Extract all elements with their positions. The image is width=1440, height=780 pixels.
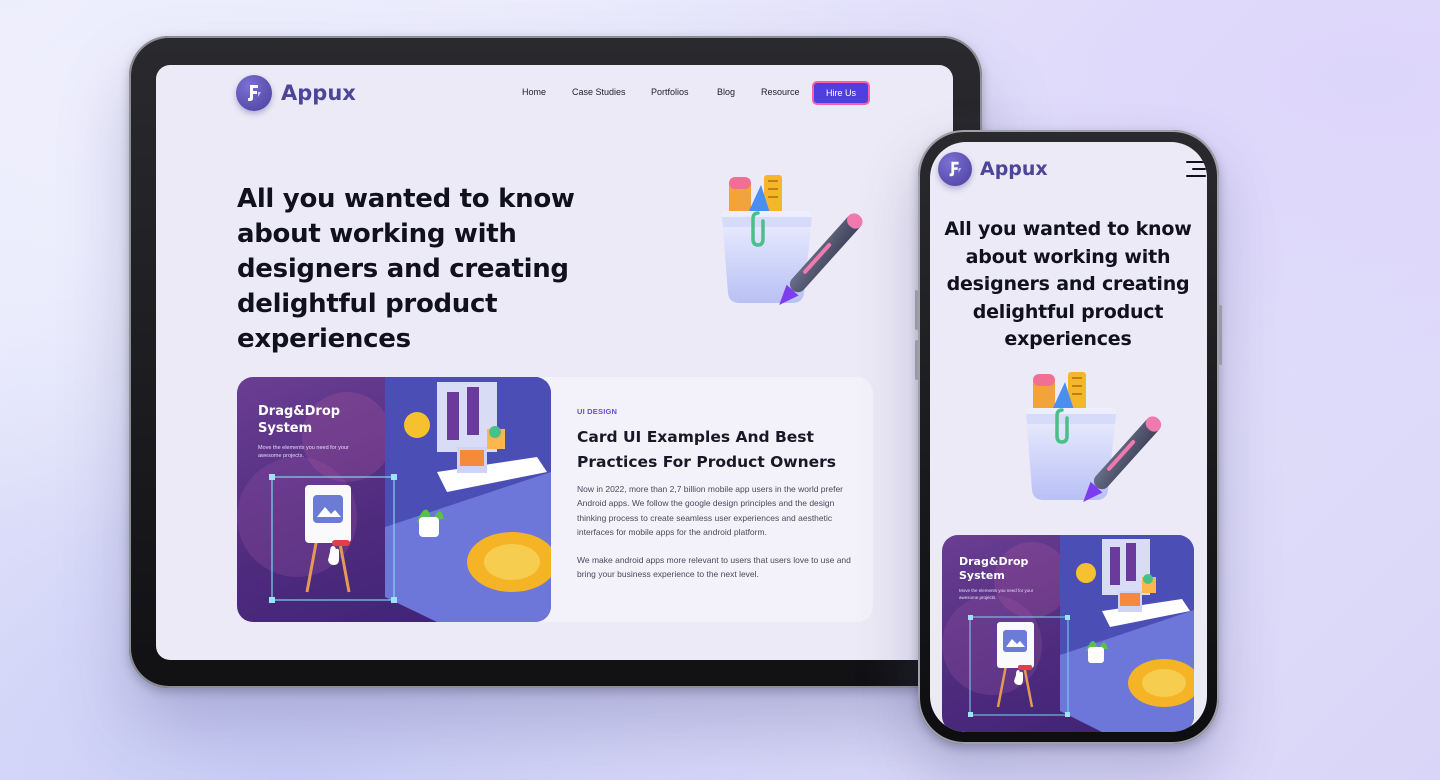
card-image-subtitle: Move the elements you need for your awes… bbox=[258, 445, 349, 459]
card-image: Drag&Drop System Move the elements you n… bbox=[237, 377, 551, 622]
nav-resource[interactable]: Resource bbox=[761, 87, 800, 97]
card-image-mobile: Drag&Drop System Move the elements you n… bbox=[942, 535, 1194, 732]
card-paragraph-2: We make android apps more relevant to us… bbox=[577, 555, 851, 580]
hamburger-menu-icon[interactable] bbox=[1186, 161, 1206, 177]
phone-power-button bbox=[1219, 305, 1222, 365]
nav-home[interactable]: Home bbox=[522, 87, 546, 97]
stationery-cup-pen-illustration bbox=[666, 173, 866, 323]
hero-title-mobile: All you wanted to know about working wit… bbox=[944, 218, 1192, 350]
appux-logo-icon bbox=[938, 152, 972, 186]
tablet-device-frame: Appux Home Case Studies Portfolios Blog … bbox=[129, 36, 982, 688]
phone-volume-up bbox=[915, 290, 918, 330]
card-image-title: Drag&Drop System bbox=[258, 404, 341, 436]
phone-volume-down bbox=[915, 340, 918, 380]
brand-logo[interactable]: Appux bbox=[236, 75, 356, 111]
hire-us-button[interactable]: Hire Us bbox=[812, 81, 870, 105]
blog-card[interactable]: Drag&Drop System Move the elements you n… bbox=[237, 377, 873, 622]
card-category: UI DESIGN bbox=[577, 407, 618, 416]
card-image-title-mobile: Drag&Drop System bbox=[959, 555, 1029, 582]
nav-portfolios[interactable]: Portfolios bbox=[651, 87, 689, 97]
top-nav: Home Case Studies Portfolios Blog Resour… bbox=[522, 81, 953, 105]
card-title[interactable]: Card UI Examples And Best Practices For … bbox=[577, 425, 847, 475]
brand-name: Appux bbox=[281, 81, 356, 105]
appux-logo-icon bbox=[236, 75, 272, 111]
card-image-subtitle-mobile: Move the elements you need for your awes… bbox=[959, 588, 1034, 600]
brand-name-mobile: Appux bbox=[980, 158, 1048, 180]
phone-screen: Appux All you wanted to know about worki… bbox=[930, 142, 1207, 732]
nav-blog[interactable]: Blog bbox=[717, 87, 735, 97]
tablet-screen: Appux Home Case Studies Portfolios Blog … bbox=[156, 65, 953, 660]
nav-case-studies[interactable]: Case Studies bbox=[572, 87, 626, 97]
card-paragraph-1: Now in 2022, more than 2,7 billion mobil… bbox=[577, 484, 844, 537]
hero-title: All you wanted to know about working wit… bbox=[237, 184, 575, 354]
phone-device-frame: Appux All you wanted to know about worki… bbox=[915, 130, 1222, 744]
stationery-cup-pen-illustration bbox=[978, 370, 1178, 520]
brand-logo-mobile[interactable]: Appux bbox=[938, 152, 1048, 186]
